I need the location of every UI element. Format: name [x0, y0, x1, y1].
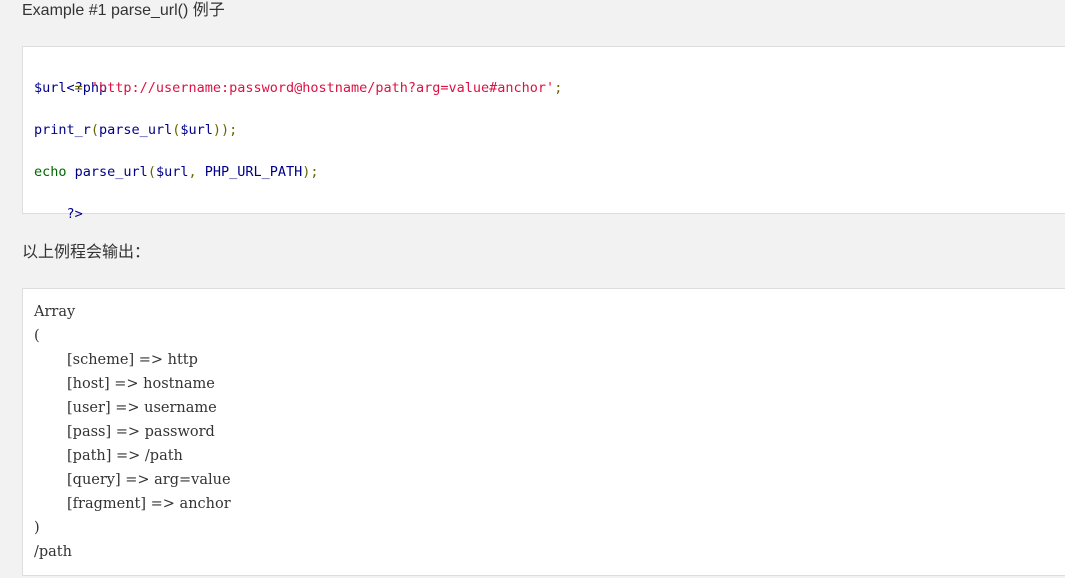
code-line-1: <?php [34, 57, 108, 96]
output-line: [path] => /path [67, 448, 183, 464]
code-var: $url [34, 80, 67, 96]
code-op: = [66, 80, 91, 96]
code-paren-close: )); [212, 122, 238, 138]
output-label: 以上例程会输出： [22, 244, 151, 261]
output-line: [pass] => password [67, 424, 215, 440]
code-comma: , [188, 164, 205, 180]
output-line: ) [34, 520, 40, 536]
output-block: Array ( [scheme] => http [host] => hostn… [22, 288, 1065, 576]
code-paren: ( [147, 164, 156, 180]
code-constant: PHP_URL_PATH [204, 164, 303, 180]
code-var: $url [180, 122, 213, 138]
code-function: parse_url [74, 164, 148, 180]
code-line-4: print_r(parse_url($url)); [34, 120, 237, 141]
code-paren: ( [90, 122, 100, 138]
output-line: [host] => hostname [67, 376, 215, 392]
code-line-6: echo parse_url($url, PHP_URL_PATH); [34, 162, 319, 183]
code-semicolon: ; [554, 80, 563, 96]
output-line: /path [34, 544, 72, 560]
php-code-block: <?php $url = 'http://username:password@h… [22, 46, 1065, 222]
output-line: Array [34, 304, 76, 320]
code-keyword: echo [34, 164, 67, 180]
example-heading: Example #1 parse_url() 例子 [22, 2, 225, 19]
output-line: [fragment] => anchor [67, 496, 231, 512]
code-line-2: $url = 'http://username:password@hostnam… [34, 78, 562, 99]
output-line: [query] => arg=value [67, 472, 231, 488]
output-line: [scheme] => http [67, 352, 198, 368]
code-string: 'http://username:password@hostname/path?… [90, 80, 555, 96]
output-line: [user] => username [67, 400, 217, 416]
code-function: parse_url [99, 122, 173, 138]
code-var: $url [155, 164, 189, 180]
code-function: print_r [34, 122, 91, 138]
output-line: ( [34, 328, 40, 344]
code-line-7: ?> [34, 183, 83, 222]
code-paren-close: ); [302, 164, 319, 180]
php-close-tag: ?> [66, 206, 83, 222]
